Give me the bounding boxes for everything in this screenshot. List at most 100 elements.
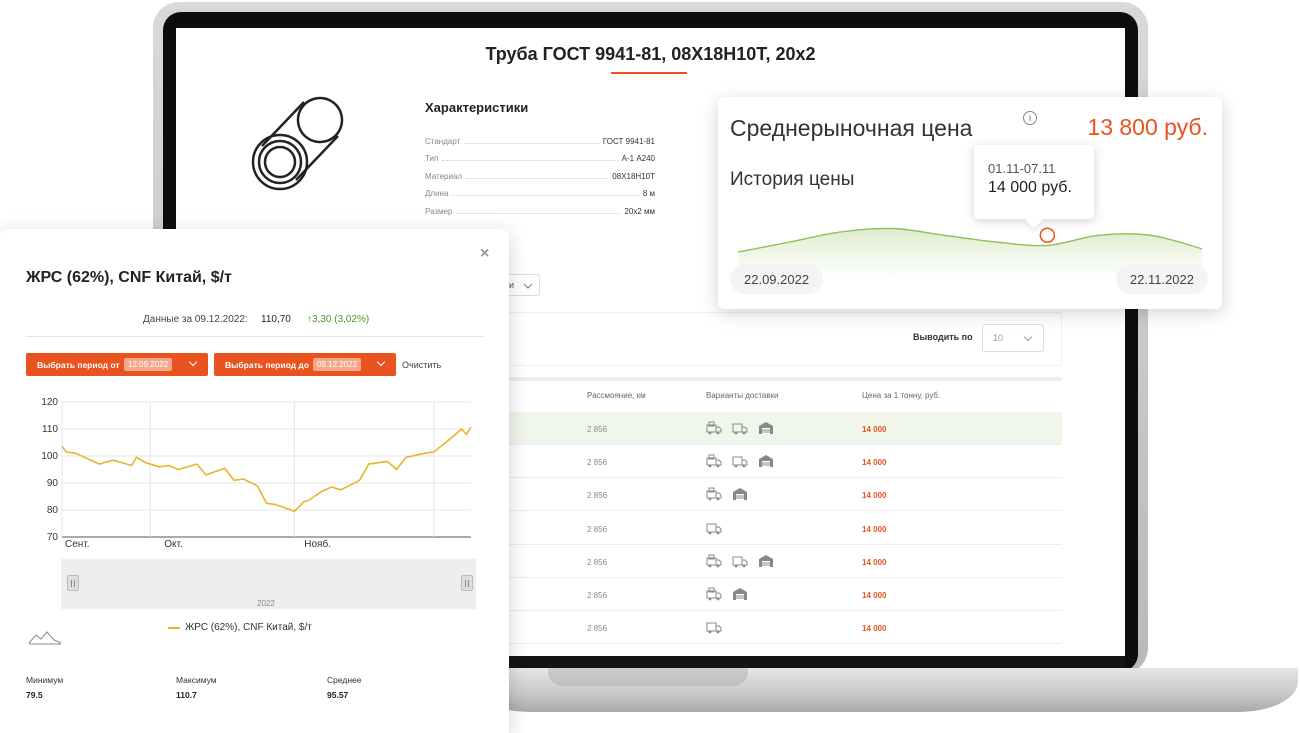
row-distance: 2 856 — [587, 591, 608, 600]
warehouse-icon — [758, 554, 774, 568]
truck-icon — [732, 454, 748, 468]
y-tick-label: 80 — [47, 505, 59, 516]
divider — [26, 336, 484, 337]
series-line[interactable] — [61, 426, 472, 513]
characteristics-title: Характеристики — [425, 100, 529, 115]
row-price: 14 000 — [862, 458, 887, 468]
chevron-down-icon — [376, 357, 386, 367]
period-to-label: Выбрать период до — [225, 360, 310, 370]
chars-leader — [456, 212, 621, 214]
truck-icon — [732, 554, 748, 568]
stat-min: Минимум 79.5 — [26, 675, 63, 700]
chars-row: Материал 08Х18Н10Т — [425, 163, 655, 181]
chars-key: Стандарт — [425, 136, 461, 146]
range-handle-left[interactable] — [67, 575, 79, 591]
period-from-date: 12.09.2022 — [124, 358, 173, 371]
period-to-button[interactable]: Выбрать период до 09.12.2022 — [214, 353, 396, 376]
delivery-options — [706, 421, 774, 435]
filter-panel — [506, 312, 1062, 366]
stat-max: Максимум 110.7 — [176, 675, 217, 700]
info-icon[interactable]: i — [1023, 111, 1037, 125]
chart-legend[interactable]: ЖРС (62%), CNF Китай, $/т — [168, 622, 312, 633]
row-distance: 2 856 — [587, 425, 608, 434]
chars-key: Тип — [425, 154, 439, 163]
truck-icon — [732, 421, 748, 435]
table-row[interactable]: 2 856 14 000 — [506, 445, 1062, 479]
ore-line-chart[interactable]: 70 80 90 100 110 120 Сент. Окт. Нояб. — [26, 394, 484, 549]
page-title: Труба ГОСТ 9941-81, 08Х18Н10Т, 20х2 — [485, 44, 816, 64]
period-from-label: Выбрать период от — [37, 360, 120, 370]
legend-swatch — [168, 626, 180, 629]
range-handle-right[interactable] — [461, 575, 473, 591]
row-price: 14 000 — [862, 557, 887, 567]
truck-loading-icon — [706, 421, 722, 435]
chars-value: 20х2 мм — [624, 206, 655, 216]
truck-loading-icon — [706, 554, 722, 568]
data-value: 110,70 — [261, 314, 291, 325]
price-tooltip: 01.11-07.11 14 000 руб. — [974, 145, 1094, 219]
stat-value: 79.5 — [26, 690, 43, 700]
legend-label: ЖРС (62%), CNF Китай, $/т — [185, 622, 312, 633]
period-from-button[interactable]: Выбрать период от 12.09.2022 — [26, 353, 208, 376]
chars-row: Стандарт ГОСТ 9941-81 — [425, 128, 655, 146]
period-to-date: 09.12.2022 — [313, 358, 362, 371]
truck-loading-icon — [706, 587, 722, 601]
x-tick-label: Окт. — [164, 539, 183, 549]
price-card: Среднерыночная цена i 13 800 руб. Истори… — [718, 97, 1222, 309]
chars-value: 08Х18Н10Т — [612, 171, 655, 181]
x-tick-label: Сент. — [65, 539, 90, 549]
table-row[interactable]: 2 856 14 000 — [506, 512, 1062, 545]
delivery-options — [706, 521, 722, 535]
table-row[interactable]: 2 856 14 000 — [506, 412, 1062, 445]
row-distance: 2 856 — [587, 491, 608, 501]
chars-value: А-1 А240 — [621, 154, 655, 163]
row-distance: 2 856 — [587, 557, 608, 567]
y-tick-label: 100 — [41, 451, 58, 462]
chars-key: Размер — [425, 206, 453, 216]
chars-leader — [442, 160, 618, 161]
row-price: 14 000 — [862, 591, 887, 600]
characteristics-list: Стандарт ГОСТ 9941-81 Тип А-1 А240 Материа… — [425, 128, 655, 216]
row-price: 14 000 — [862, 425, 887, 434]
truck-loading-icon — [706, 487, 722, 501]
x-tick-label: Нояб. — [304, 538, 331, 549]
column-header-delivery: Варианты доставки — [706, 391, 779, 400]
delivery-options — [706, 620, 722, 634]
per-page-select[interactable]: 10 — [982, 324, 1044, 352]
date-end: 22.11.2022 — [1115, 264, 1208, 294]
warehouse-icon — [758, 421, 774, 435]
chars-key: Длина — [425, 189, 449, 198]
price-card-title: Среднерыночная цена — [730, 115, 973, 141]
range-navigator[interactable]: 2022 — [61, 559, 476, 609]
chars-value: ГОСТ 9941-81 — [602, 136, 655, 146]
warehouse-icon — [758, 454, 774, 468]
stat-value: 110.7 — [176, 690, 197, 700]
close-icon[interactable]: × — [480, 245, 489, 263]
y-tick-label: 90 — [47, 478, 59, 489]
chars-value: 8 м — [642, 189, 655, 198]
row-price: 14 000 — [862, 491, 887, 501]
table-row[interactable]: 2 856 14 000 — [506, 478, 1062, 512]
row-price: 14 000 — [862, 624, 887, 634]
laptop-notch — [548, 668, 748, 686]
row-distance: 2 856 — [587, 524, 608, 534]
table-row[interactable]: 2 856 14 000 — [506, 545, 1062, 578]
chevron-down-icon — [188, 357, 198, 367]
row-distance: 2 856 — [587, 458, 608, 468]
table-row[interactable]: 2 856 14 000 — [506, 611, 1062, 645]
delivery-options — [706, 487, 748, 501]
table-header: Рассмояние, км Варианты доставки Цена за… — [506, 385, 1062, 409]
truck-loading-icon — [706, 454, 722, 468]
row-price: 14 000 — [862, 524, 887, 534]
clear-button[interactable]: Очистить — [402, 360, 441, 370]
mountain-chart-icon[interactable] — [28, 629, 62, 645]
highlight-point[interactable] — [1039, 227, 1056, 243]
delivery-options — [706, 554, 774, 568]
column-header-price: Цена за 1 тонну, руб. — [862, 391, 941, 400]
stat-label: Среднее — [327, 675, 362, 685]
pipe-icon — [251, 96, 344, 191]
filter-dropdown-label: и — [509, 280, 515, 290]
y-tick-label: 70 — [47, 532, 59, 543]
table-row[interactable]: 2 856 14 000 — [506, 578, 1062, 611]
chars-row: Тип А-1 А240 — [425, 146, 655, 163]
